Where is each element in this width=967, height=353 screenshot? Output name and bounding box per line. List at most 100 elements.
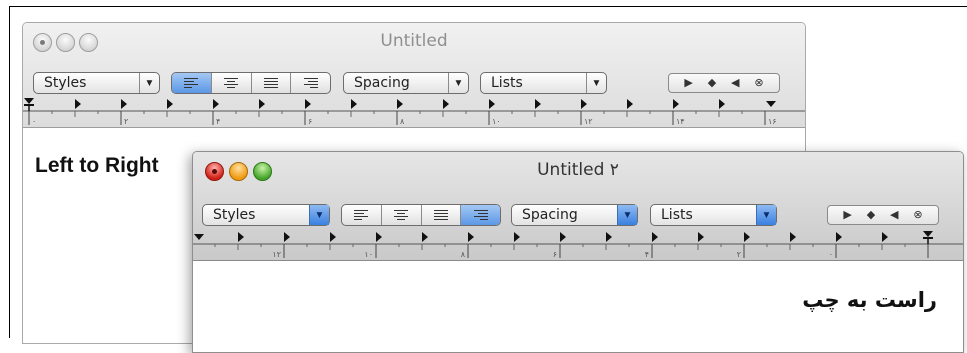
ruler-tick-label: ۱۶ (768, 117, 777, 126)
indent-marker[interactable] (24, 98, 34, 104)
frame-line-top (9, 6, 967, 7)
justify-button[interactable] (252, 73, 292, 93)
title-bar[interactable]: Untitled (23, 23, 805, 61)
popup-arrow-icon: ▼ (139, 73, 159, 93)
align-left-button[interactable] (342, 205, 382, 225)
ruler-tick-label: ۰ (829, 250, 833, 259)
window-chrome: Untitled Styles ▼ Spacing ▼ Lists ▼ ▶ ◆ … (23, 23, 805, 128)
tab-stop-marker[interactable] (330, 232, 336, 242)
tab-stop-controls[interactable]: ▶ ◆ ◀ ⊗ (827, 205, 939, 225)
play-right-icon[interactable]: ▶ (843, 209, 851, 221)
popup-arrow-icon: ▼ (586, 73, 606, 93)
styles-popup[interactable]: Styles ▼ (202, 204, 330, 226)
tab-stop-controls[interactable]: ▶ ◆ ◀ ⊗ (668, 73, 780, 93)
justify-button[interactable] (422, 205, 462, 225)
diamond-icon[interactable]: ◆ (708, 77, 716, 89)
tab-stop-marker[interactable] (238, 232, 244, 242)
ruler[interactable]: ۱۴۱۲۱۰۸۶۴۲۰ (193, 228, 963, 260)
tab-stop-marker[interactable] (167, 99, 173, 109)
align-left-icon (354, 210, 369, 220)
tab-stop-marker[interactable] (351, 99, 357, 109)
play-left-icon[interactable]: ◀ (731, 77, 739, 89)
align-center-icon (394, 210, 409, 220)
window-front[interactable]: Untitled ۲ Styles ▼ Spacing ▼ Lists ▼ ▶ … (192, 151, 964, 353)
tab-stop-marker[interactable] (698, 232, 704, 242)
diamond-icon[interactable]: ◆ (867, 209, 875, 221)
tab-stop-marker[interactable] (882, 232, 888, 242)
tab-stop-marker[interactable] (397, 99, 403, 109)
ruler-scale[interactable]: ۰ ۲ ۴ ۶ ۸ ۱۰ ۱۲ ۱۴ ۱۶ (23, 95, 805, 127)
indent-marker-right[interactable] (766, 101, 776, 107)
frame-line-left (9, 6, 10, 338)
popup-arrow-icon: ▼ (448, 73, 468, 93)
tab-stop-marker[interactable] (836, 232, 842, 242)
play-right-icon[interactable]: ▶ (684, 77, 692, 89)
ruler-tick-label: ۶ (308, 117, 312, 126)
lists-popup[interactable]: Lists ▼ (480, 72, 607, 94)
styles-label: Styles (44, 75, 87, 91)
tab-stop-marker[interactable] (719, 99, 725, 109)
indent-marker-right[interactable] (194, 234, 204, 240)
circle-x-icon[interactable]: ⊗ (913, 209, 922, 221)
indent-marker[interactable] (923, 231, 933, 237)
tab-stop-marker[interactable] (468, 232, 474, 242)
tab-stop-marker[interactable] (514, 232, 520, 242)
tab-stop-marker[interactable] (627, 99, 633, 109)
indent-marker-bar[interactable] (24, 104, 34, 106)
align-center-button[interactable] (212, 73, 252, 93)
align-center-button[interactable] (382, 205, 422, 225)
ruler-scale[interactable]: ۱۴۱۲۱۰۸۶۴۲۰ (193, 228, 963, 260)
tab-stop-marker[interactable] (744, 232, 750, 242)
ruler[interactable]: ۰ ۲ ۴ ۶ ۸ ۱۰ ۱۲ ۱۴ ۱۶ (23, 95, 805, 127)
tab-stop-marker[interactable] (284, 232, 290, 242)
ruler-tick-label: ۱۰ (492, 117, 501, 126)
align-right-button[interactable] (291, 73, 330, 93)
ruler-tick-label: ۱۲ (272, 250, 281, 259)
tab-stop-marker[interactable] (422, 232, 428, 242)
play-left-icon[interactable]: ◀ (890, 209, 898, 221)
tab-stop-marker[interactable] (673, 99, 679, 109)
tab-stop-marker[interactable] (489, 99, 495, 109)
tab-stop-marker[interactable] (443, 99, 449, 109)
styles-label: Styles (213, 207, 256, 223)
tab-stop-marker[interactable] (259, 99, 265, 109)
tab-stop-marker[interactable] (376, 232, 382, 242)
window-title: Untitled (380, 31, 448, 51)
document-text[interactable]: راست به چپ (802, 288, 937, 312)
ruler-tick-label: ۱۴ (676, 117, 685, 126)
tab-stop-marker[interactable] (535, 99, 541, 109)
tab-stop-marker[interactable] (606, 232, 612, 242)
ruler-tick-label: ۸ (461, 250, 466, 259)
lists-label: Lists (491, 75, 523, 91)
tab-stop-marker[interactable] (305, 99, 311, 109)
styles-popup[interactable]: Styles ▼ (33, 72, 160, 94)
ruler-tick-label: ۶ (553, 250, 557, 259)
ruler-tick-label: ۲ (737, 250, 741, 259)
tab-stop-marker[interactable] (560, 232, 566, 242)
justify-icon (433, 210, 448, 220)
lists-popup[interactable]: Lists ▼ (650, 204, 777, 226)
spacing-label: Spacing (354, 75, 410, 91)
document-text[interactable]: Left to Right (35, 154, 159, 178)
popup-arrow-icon: ▼ (756, 205, 776, 225)
alignment-segmented-control[interactable] (341, 204, 501, 226)
circle-x-icon[interactable]: ⊗ (754, 77, 763, 89)
title-bar[interactable]: Untitled ۲ (193, 152, 963, 190)
tab-stop-marker[interactable] (213, 99, 219, 109)
alignment-segmented-control[interactable] (171, 72, 331, 94)
ruler-tick-label: ۴ (645, 250, 649, 259)
align-left-button[interactable] (172, 73, 212, 93)
window-chrome: Untitled ۲ Styles ▼ Spacing ▼ Lists ▼ ▶ … (193, 152, 963, 261)
align-right-button[interactable] (461, 205, 500, 225)
spacing-popup[interactable]: Spacing ▼ (511, 204, 638, 226)
tab-stop-marker[interactable] (121, 99, 127, 109)
indent-marker-bar[interactable] (923, 237, 933, 239)
justify-icon (263, 78, 278, 88)
tab-stop-marker[interactable] (581, 99, 587, 109)
tab-stop-marker[interactable] (75, 99, 81, 109)
align-right-icon (303, 78, 318, 88)
tab-stop-marker[interactable] (652, 232, 658, 242)
spacing-popup[interactable]: Spacing ▼ (343, 72, 469, 94)
ruler-tick-label: ۰ (32, 117, 36, 126)
tab-stop-marker[interactable] (790, 232, 796, 242)
